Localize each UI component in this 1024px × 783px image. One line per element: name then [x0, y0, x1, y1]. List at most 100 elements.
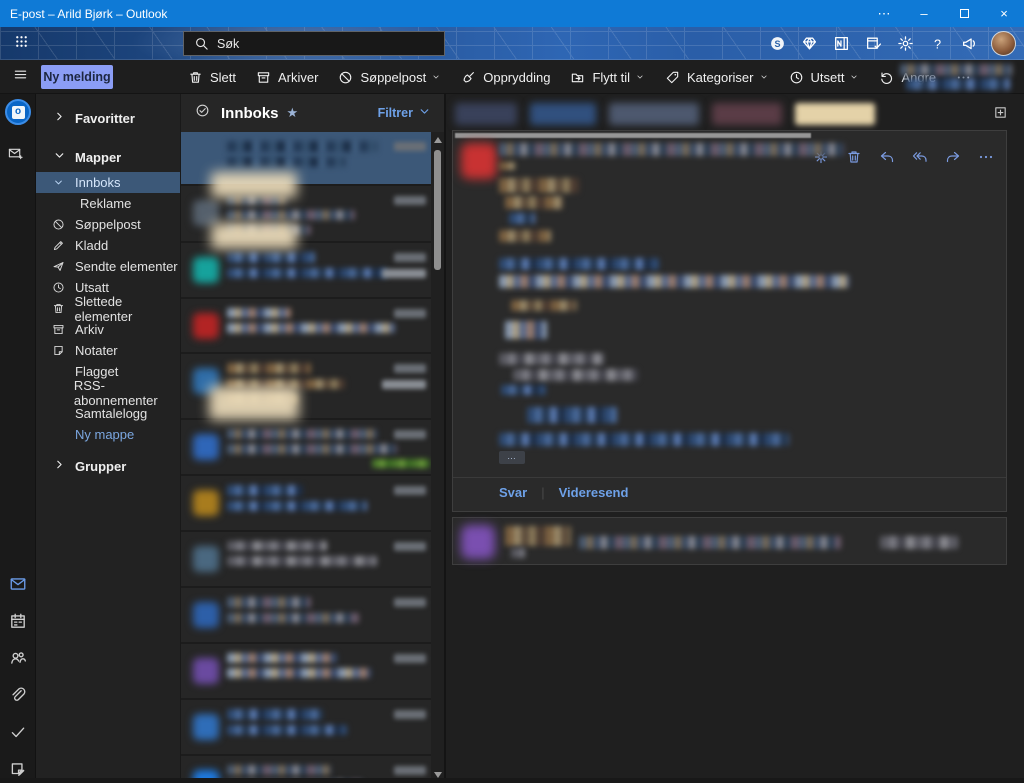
redacted-text — [499, 162, 515, 170]
gear-icon[interactable] — [891, 30, 919, 58]
message-list-item[interactable] — [181, 644, 444, 700]
question-icon[interactable]: ? — [923, 30, 951, 58]
message-card-collapsed[interactable] — [452, 517, 1007, 565]
chevron-down-icon — [52, 176, 67, 189]
redacted-text — [499, 433, 789, 446]
toolbar-søppelpost-button[interactable]: Søppelpost — [328, 60, 451, 94]
sidebar-item-innboks[interactable]: Innboks — [36, 172, 180, 193]
sender-avatar — [461, 525, 495, 559]
redacted-text — [527, 407, 617, 423]
dots-action-button[interactable] — [978, 149, 994, 165]
calendar-task-icon[interactable] — [859, 30, 887, 58]
select-all-button[interactable] — [195, 103, 210, 123]
message-list-item[interactable] — [181, 476, 444, 532]
sidebar-item-grupper[interactable]: Grupper — [36, 455, 180, 477]
redacted-timestamp — [394, 430, 426, 439]
divider — [453, 477, 1006, 478]
message-list-item[interactable] — [181, 700, 444, 756]
redacted-text — [227, 363, 311, 374]
send-icon — [52, 260, 67, 273]
list-scrollbar[interactable] — [431, 132, 444, 783]
rail-note-edit-icon[interactable] — [7, 759, 29, 779]
scrollbar-thumb[interactable] — [434, 150, 441, 270]
app-launcher-button[interactable] — [6, 31, 36, 57]
rail-paperclip-icon[interactable] — [7, 685, 29, 705]
redacted-text — [227, 429, 377, 439]
redacted-text — [499, 258, 659, 270]
redacted-timestamp — [394, 766, 426, 775]
redacted-text — [227, 323, 395, 333]
list-title: Innboks — [221, 105, 279, 122]
search-input[interactable]: Søk — [183, 31, 445, 56]
filter-button[interactable]: Filtrer — [378, 104, 432, 122]
rail-bottom-icons — [0, 574, 36, 779]
reply-button[interactable]: Svar — [499, 485, 527, 500]
toolbar-utsett-button[interactable]: Utsett — [779, 60, 870, 94]
message-list-item[interactable] — [181, 132, 444, 186]
sidebar-item-slettede-elementer[interactable]: Slettede elementer — [36, 298, 180, 319]
suite-banner: Søk S? — [0, 27, 1024, 60]
rail-envelope-icon[interactable] — [7, 574, 29, 594]
minimize-button[interactable]: – — [904, 0, 944, 27]
avatar — [193, 490, 219, 516]
circle-check-icon — [195, 103, 210, 123]
redacted-text — [499, 178, 579, 193]
message-list-item[interactable] — [181, 243, 444, 299]
redacted-text — [227, 668, 371, 678]
megaphone-icon[interactable] — [955, 30, 983, 58]
open-in-new-window-button[interactable] — [993, 105, 1008, 125]
sidebar-item-notater[interactable]: Notater — [36, 340, 180, 361]
outlook-logo[interactable]: o — [5, 99, 31, 125]
reading-pane: … Svar | Videresend — [446, 94, 1024, 783]
message-list-item[interactable] — [181, 532, 444, 588]
avatar — [193, 434, 219, 460]
skype-icon[interactable]: S — [763, 30, 791, 58]
sidebar-item-rss-abonnementer[interactable]: RSS-abonnementer — [36, 382, 180, 403]
forward-button[interactable]: Videresend — [559, 485, 629, 500]
titlebar-more-button[interactable]: ⋯ — [864, 0, 904, 27]
rail-check-icon[interactable] — [7, 722, 29, 742]
diamond-icon[interactable] — [795, 30, 823, 58]
scroll-up-icon[interactable] — [434, 137, 442, 143]
redacted-text — [227, 541, 327, 551]
redacted-text — [227, 501, 367, 511]
toolbar-kategoriser-button[interactable]: Kategoriser — [655, 60, 778, 94]
toolbar-opprydding-button[interactable]: Opprydding — [451, 60, 560, 94]
show-trimmed-content-button[interactable]: … — [499, 451, 525, 464]
redacted-text — [227, 765, 331, 775]
onenote-icon[interactable] — [827, 30, 855, 58]
new-message-button[interactable]: Ny melding — [41, 65, 113, 89]
hamburger-button[interactable] — [4, 62, 36, 92]
sidebar-item-sendte-elementer[interactable]: Sendte elementer — [36, 256, 180, 277]
new-mail-rail-button[interactable] — [8, 146, 23, 166]
toolbar-slett-button[interactable]: Slett — [178, 60, 246, 94]
redacted-chip — [795, 103, 875, 125]
message-list-item[interactable] — [181, 420, 444, 476]
rail-calendar-icon[interactable] — [7, 611, 29, 631]
close-button[interactable]: × — [984, 0, 1024, 27]
redacted-text — [227, 653, 337, 663]
trash-icon — [188, 70, 203, 85]
redacted-text — [499, 230, 551, 242]
block-icon — [338, 70, 353, 85]
message-list-item[interactable] — [181, 588, 444, 644]
sidebar-item-søppelpost[interactable]: Søppelpost — [36, 214, 180, 235]
maximize-button[interactable] — [944, 0, 984, 27]
star-icon[interactable]: ★ — [287, 105, 299, 121]
toolbar-arkiver-button[interactable]: Arkiver — [246, 60, 328, 94]
message-list-item[interactable] — [181, 299, 444, 354]
rail-people-icon[interactable] — [7, 648, 29, 668]
message-list-items — [181, 132, 444, 783]
chevron-down-icon — [849, 72, 859, 82]
sidebar-item-reklame[interactable]: Reklame — [36, 193, 180, 214]
sidebar-item-favoritter[interactable]: Favoritter — [36, 107, 180, 129]
account-avatar[interactable] — [991, 31, 1016, 56]
sidebar-item-mapper[interactable]: Mapper — [36, 146, 180, 168]
sidebar-item-ny-mappe[interactable]: Ny mappe — [36, 424, 180, 445]
toolbar-flytt-til-button[interactable]: Flytt til — [560, 60, 655, 94]
outlook-window: E-post – Arild Bjørk – Outlook ⋯ – × Søk… — [0, 0, 1024, 783]
window-controls: ⋯ – × — [864, 0, 1024, 27]
message-list-item[interactable] — [181, 354, 444, 420]
redacted-timestamp — [394, 309, 426, 318]
sidebar-item-kladd[interactable]: Kladd — [36, 235, 180, 256]
